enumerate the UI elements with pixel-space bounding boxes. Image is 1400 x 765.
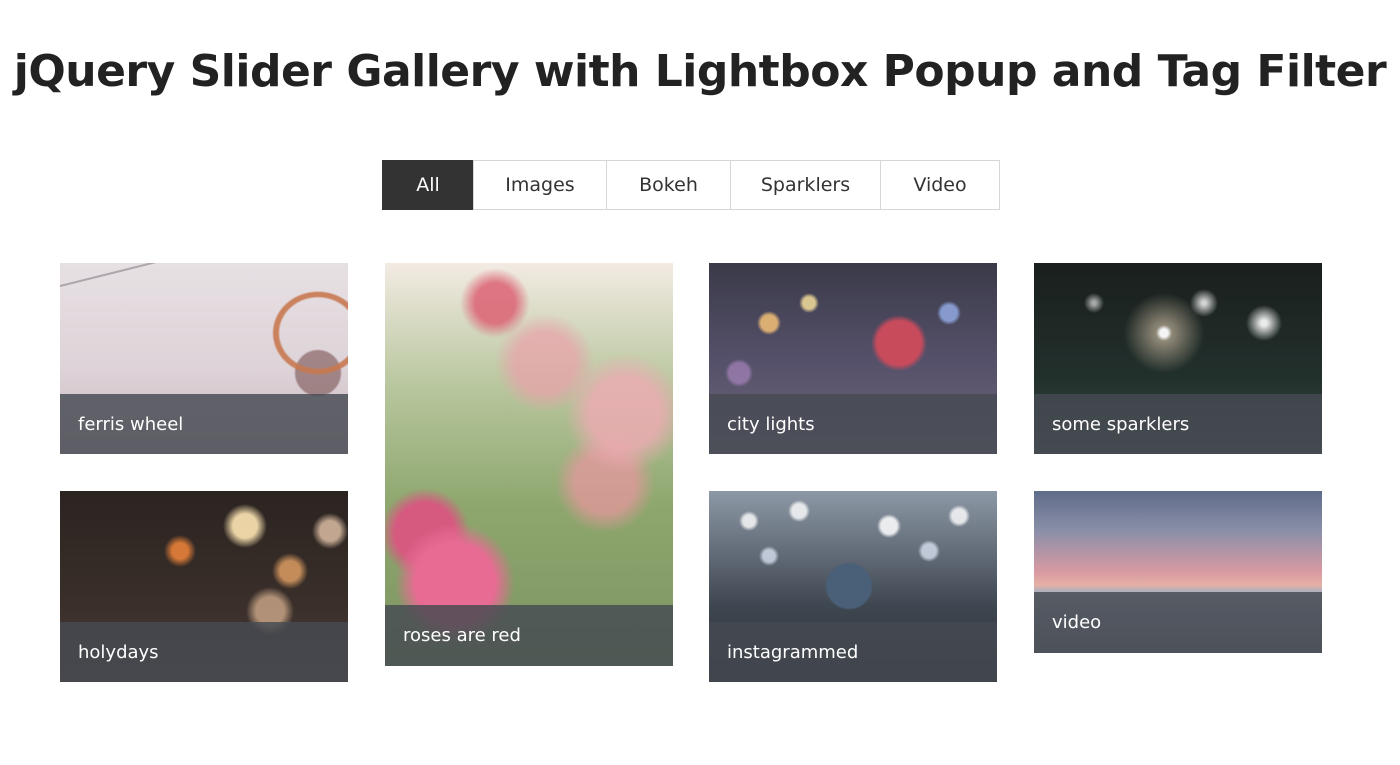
page-title: jQuery Slider Gallery with Lightbox Popu… bbox=[13, 46, 1387, 97]
tag-filter-bar: All Images Bokeh Sparklers Video bbox=[382, 160, 1000, 210]
gallery-caption: video bbox=[1034, 592, 1322, 653]
filter-video-button[interactable]: Video bbox=[880, 160, 1000, 210]
filter-images-button[interactable]: Images bbox=[473, 160, 607, 210]
gallery-caption: some sparklers bbox=[1034, 394, 1322, 454]
gallery-item-holydays[interactable]: holydays bbox=[60, 491, 348, 682]
gallery-caption: holydays bbox=[60, 622, 348, 682]
filter-bokeh-button[interactable]: Bokeh bbox=[606, 160, 731, 210]
gallery-caption: roses are red bbox=[385, 605, 673, 666]
gallery-item-roses-are-red[interactable]: roses are red bbox=[385, 263, 673, 666]
gallery-caption: instagrammed bbox=[709, 622, 997, 682]
filter-all-button[interactable]: All bbox=[382, 160, 474, 210]
gallery-caption: city lights bbox=[709, 394, 997, 454]
gallery-item-instagrammed[interactable]: instagrammed bbox=[709, 491, 997, 682]
gallery-item-city-lights[interactable]: city lights bbox=[709, 263, 997, 454]
gallery-item-some-sparklers[interactable]: some sparklers bbox=[1034, 263, 1322, 454]
gallery-item-ferris-wheel[interactable]: ferris wheel bbox=[60, 263, 348, 454]
filter-sparklers-button[interactable]: Sparklers bbox=[730, 160, 881, 210]
gallery-caption: ferris wheel bbox=[60, 394, 348, 454]
gallery-item-video[interactable]: video bbox=[1034, 491, 1322, 653]
